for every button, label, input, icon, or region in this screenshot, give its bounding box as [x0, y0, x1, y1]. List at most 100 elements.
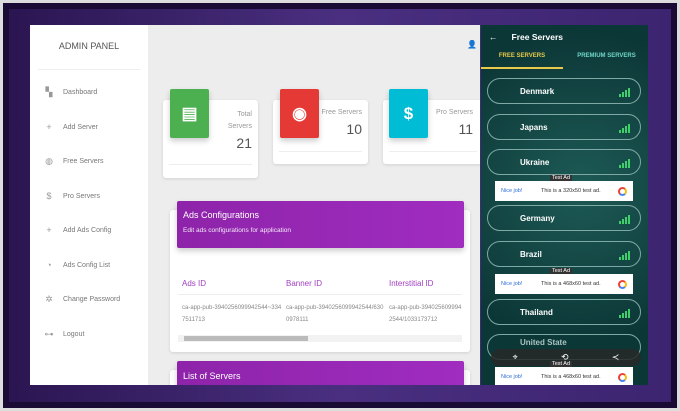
divider: [279, 151, 362, 152]
app-title: Free Servers: [511, 32, 564, 42]
ad-nice: Nice job!: [501, 374, 523, 380]
sidebar-item-change-password[interactable]: ✲ Change Password: [44, 294, 120, 305]
server-icon: ▤: [170, 89, 209, 138]
sidebar-item-label: Ads Config List: [63, 261, 111, 269]
sidebar-item-label: Add Server: [63, 123, 99, 131]
dollar-icon: $: [46, 191, 52, 201]
sidebar-item-ads-config-list[interactable]: ◔ Ads Config List: [44, 260, 110, 270]
server-name: Ukraine: [520, 157, 550, 167]
stat-value: 21: [236, 135, 252, 151]
sidebar-title: ADMIN PANEL: [58, 41, 120, 51]
column-header: Banner ID: [286, 279, 323, 288]
signal-icon: [619, 309, 630, 318]
gear-icon: ✲: [45, 294, 53, 304]
user-icon[interactable]: 👤: [467, 40, 477, 49]
server-name: Thailand: [520, 307, 553, 317]
server-item[interactable]: Denmark: [487, 78, 641, 104]
divider: [178, 294, 462, 295]
scrollbar-thumb[interactable]: [184, 336, 308, 341]
table-cell: ca-app-pub-3940256099942544/1033173712: [389, 305, 462, 323]
sidebar-item-pro-servers[interactable]: $ Pro Servers: [44, 191, 100, 201]
stat-label: Pro Servers: [436, 109, 473, 116]
plus-icon: +: [46, 225, 52, 235]
server-item[interactable]: Germany: [487, 205, 641, 231]
divider: [169, 164, 252, 165]
server-name: Brazil: [520, 249, 542, 259]
server-item[interactable]: Thailand: [487, 299, 641, 325]
sidebar-item-label: Change Password: [63, 296, 121, 303]
server-item[interactable]: Brazil: [487, 241, 641, 267]
ad-nice: Nice job!: [501, 188, 523, 194]
banner-ad[interactable]: Test Ad Nice job! This is a 468x60 test ad…: [495, 268, 633, 294]
column-header: Interstitial ID: [389, 279, 434, 288]
server-name: Denmark: [520, 86, 555, 96]
horizontal-scrollbar[interactable]: [178, 335, 462, 342]
ad-text: This is a 320x50 test ad.: [541, 188, 601, 194]
sidebar-item-logout[interactable]: ⊶ Logout: [44, 329, 85, 340]
ad-tag: Test Ad: [550, 361, 573, 367]
divider: [38, 69, 140, 70]
ad-nice: Nice job!: [501, 281, 523, 287]
sidebar-item-label: Dashboard: [63, 89, 98, 96]
sidebar: ADMIN PANEL ▚ Dashboard + Add Server ◍ Free…: [30, 25, 148, 385]
signal-icon: [619, 251, 630, 260]
back-arrow-icon[interactable]: ←: [489, 32, 498, 42]
ad-text: This is a 468x60 test ad.: [541, 374, 601, 380]
sidebar-item-dashboard[interactable]: ▚ Dashboard: [44, 87, 98, 98]
sidebar-item-label: Add Ads Config: [63, 226, 112, 234]
sidebar-item-add-server[interactable]: + Add Server: [44, 122, 98, 132]
ads-config-panel: Ads Configurations Edit ads configuratio…: [170, 201, 470, 352]
stat-card-pro: $ Pro Servers 11: [383, 89, 480, 164]
ad-logo-icon: [618, 186, 627, 196]
banner-ad[interactable]: Test Ad Nice job! This is a 468x60 test ad…: [495, 361, 633, 385]
signal-icon: [619, 124, 630, 133]
sidebar-item-add-ads-config[interactable]: + Add Ads Config: [44, 225, 111, 235]
signal-icon: [619, 215, 630, 224]
sidebar-item-label: Logout: [63, 331, 85, 338]
dollar-icon: $: [389, 89, 428, 138]
servers-list-panel: List of Servers: [170, 361, 470, 385]
key-icon: ⊶: [44, 329, 54, 339]
panel-title: Ads Configurations: [183, 210, 260, 220]
stat-value: 11: [458, 121, 473, 137]
tab-indicator: [481, 67, 563, 69]
stat-card-total: ▤ Total Servers 21: [163, 89, 258, 178]
phone-screen: ← Free Servers FREE SERVERS PREMIUM SERV…: [481, 25, 648, 385]
divider: [389, 151, 477, 152]
panel-subtitle: Edit ads configurations for application: [183, 227, 292, 234]
sidebar-item-label: Free Servers: [63, 158, 104, 165]
tab-premium-servers[interactable]: PREMIUM SERVERS: [565, 53, 648, 59]
pie-chart-icon: ◔: [46, 260, 52, 270]
stat-label: Free Servers: [321, 109, 362, 116]
main-content: 👤 ▤ Total Servers 21 ◉ Free Servers 10 $…: [148, 25, 480, 385]
stat-label: Total Servers: [227, 111, 252, 130]
ad-logo-icon: [618, 279, 627, 289]
stat-value: 10: [346, 121, 362, 137]
column-header: Ads ID: [182, 279, 207, 288]
sidebar-item-free-servers[interactable]: ◍ Free Servers: [44, 156, 103, 167]
globe-icon: ◉: [280, 89, 319, 138]
panel-title: List of Servers: [183, 371, 241, 381]
share-icon[interactable]: ≺: [612, 352, 620, 363]
table-cell: ca-app-pub-3940256099942544/6300978111: [286, 305, 384, 323]
panel-header: Ads Configurations Edit ads configuratio…: [177, 201, 464, 248]
dashboard-icon: ▚: [45, 87, 53, 97]
ad-tag: Test Ad: [550, 268, 573, 274]
table-cell: ca-app-pub-3940256099942544~3347511713: [182, 305, 282, 323]
signal-icon: [619, 88, 630, 97]
ad-tag: Test Ad: [550, 175, 573, 181]
banner-ad[interactable]: Test Ad Nice job! This is a 320x50 test ad…: [495, 175, 633, 201]
app-bar: ← Free Servers: [481, 25, 648, 49]
server-name: Germany: [520, 213, 555, 223]
server-item[interactable]: Japans: [487, 114, 641, 140]
screenshot-icon[interactable]: ⌖: [513, 352, 518, 363]
tab-free-servers[interactable]: FREE SERVERS: [481, 53, 563, 59]
server-name: Japans: [520, 122, 548, 132]
panel-header: List of Servers: [177, 361, 464, 385]
server-item[interactable]: Ukraine: [487, 149, 641, 175]
globe-icon: ◍: [45, 156, 53, 166]
plus-icon: +: [46, 122, 52, 132]
ad-text: This is a 468x60 test ad.: [541, 281, 601, 287]
sidebar-item-label: Pro Servers: [63, 192, 100, 200]
stat-card-free: ◉ Free Servers 10: [273, 89, 368, 164]
